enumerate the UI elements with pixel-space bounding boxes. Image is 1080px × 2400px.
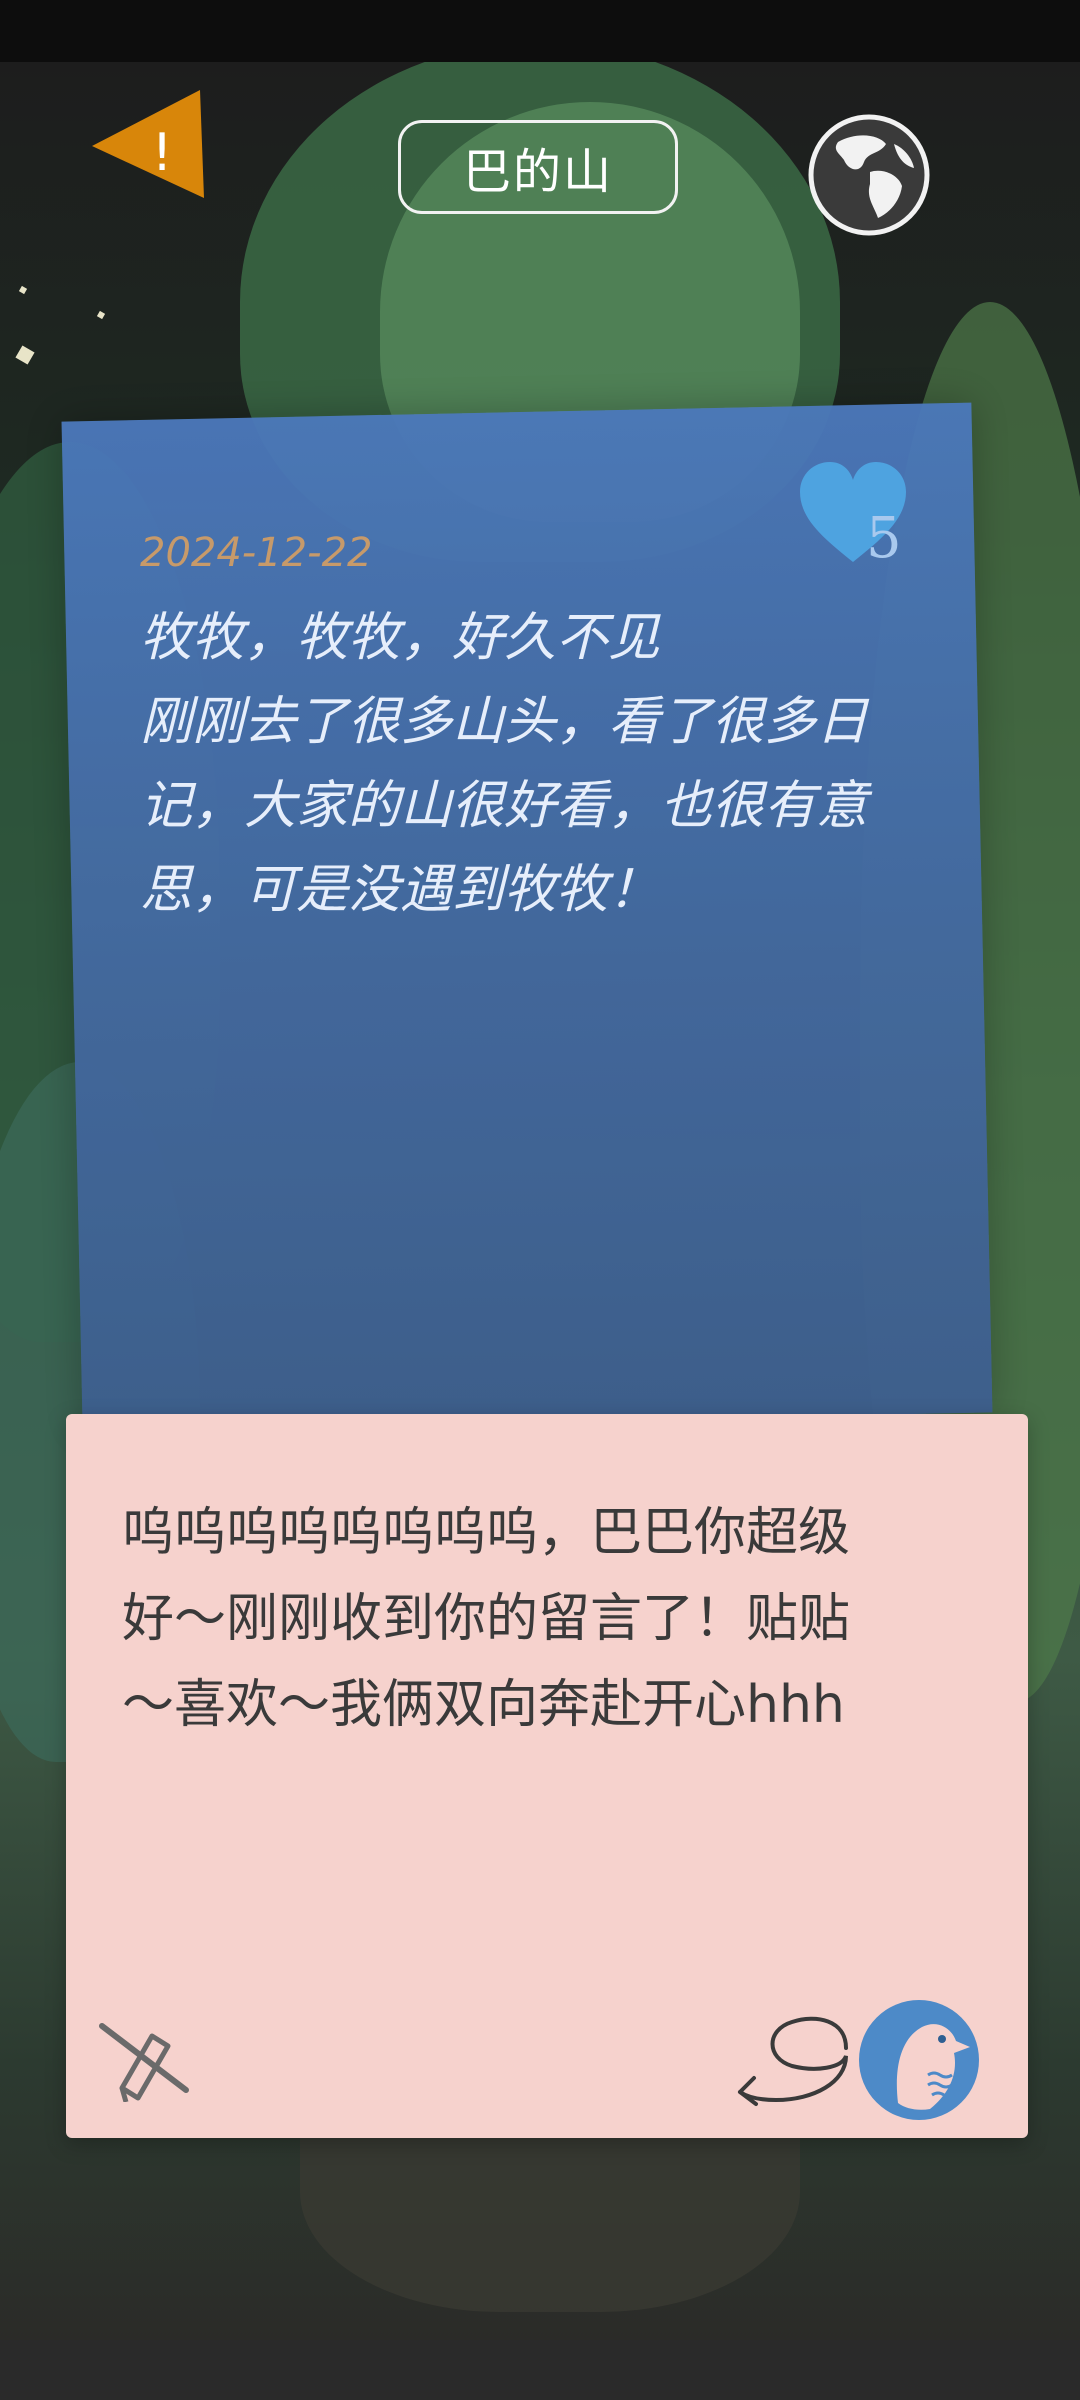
bird-button[interactable]: [858, 1999, 980, 2121]
reply-card: 呜呜呜呜呜呜呜呜，巴巴你超级 好～刚刚收到你的留言了！贴贴 ～喜欢～我俩双向奔赴…: [66, 1414, 1028, 2138]
globe-button[interactable]: [808, 114, 930, 236]
reply-text: 呜呜呜呜呜呜呜呜，巴巴你超级 好～刚刚收到你的留言了！贴贴 ～喜欢～我俩双向奔赴…: [122, 1503, 851, 1735]
globe-icon: [808, 114, 930, 236]
return-arrow-icon: [738, 2016, 848, 2106]
note-body: 牧牧，牧牧，好久不见 刚刚去了很多山头，看了很多日 记，大家的山很好看，也很有意…: [140, 608, 869, 920]
return-button[interactable]: [696, 2008, 876, 2118]
warning-button[interactable]: !: [88, 88, 206, 200]
exclamation-icon: !: [92, 90, 204, 198]
navigation-bar: [0, 2340, 1080, 2400]
page-title[interactable]: 巴的山: [398, 120, 678, 214]
no-pen-icon[interactable]: [96, 2018, 192, 2103]
bird-icon: [859, 2000, 979, 2120]
note-date: 2024-12-22: [140, 530, 373, 576]
like-count: 5: [866, 506, 902, 571]
status-bar: [0, 0, 1080, 62]
svg-text:!: !: [152, 123, 173, 183]
